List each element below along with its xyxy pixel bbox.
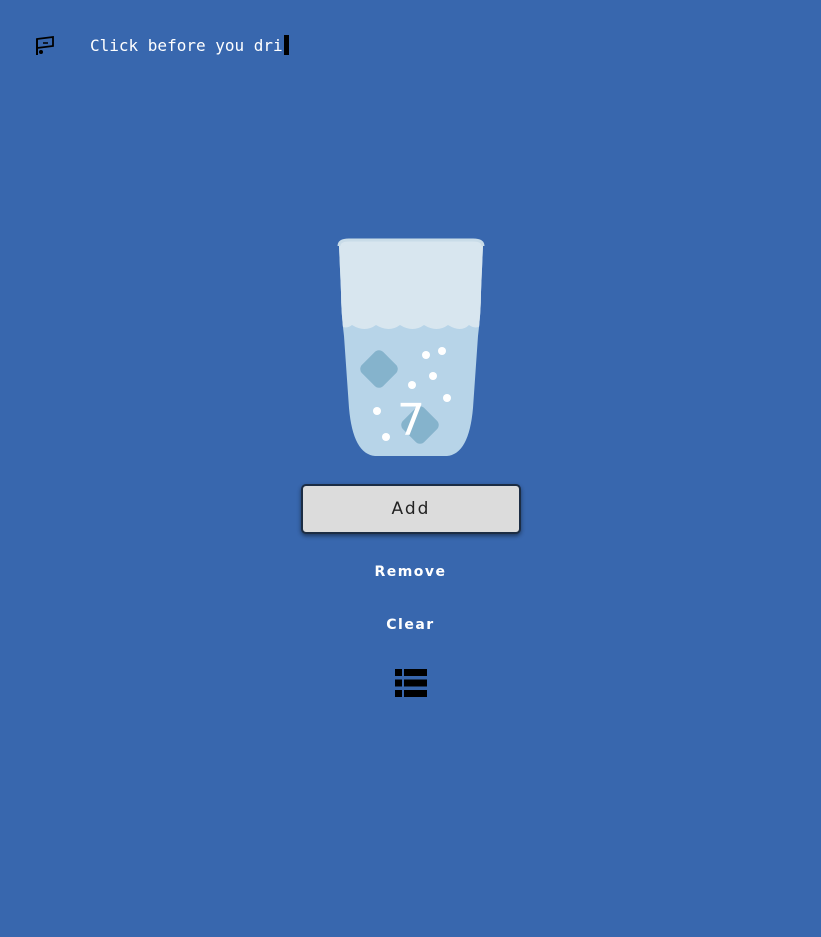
flag-icon[interactable] [34, 34, 56, 56]
remove-button[interactable]: Remove [0, 564, 821, 580]
list-icon-svg [395, 669, 427, 697]
add-button[interactable]: Add [301, 484, 521, 534]
clear-button[interactable]: Clear [0, 617, 821, 633]
glass-count: 7 [397, 395, 425, 446]
typed-text: Click before you dri [90, 35, 289, 55]
text-cursor [283, 35, 289, 55]
water-glass[interactable]: 7 [335, 236, 487, 460]
empty-glass-portion [339, 240, 483, 329]
flag-icon-svg [36, 35, 54, 55]
typed-text-value: Click before you dri [90, 35, 283, 55]
header: Click before you dri [34, 32, 289, 58]
list-icon[interactable] [395, 669, 427, 697]
